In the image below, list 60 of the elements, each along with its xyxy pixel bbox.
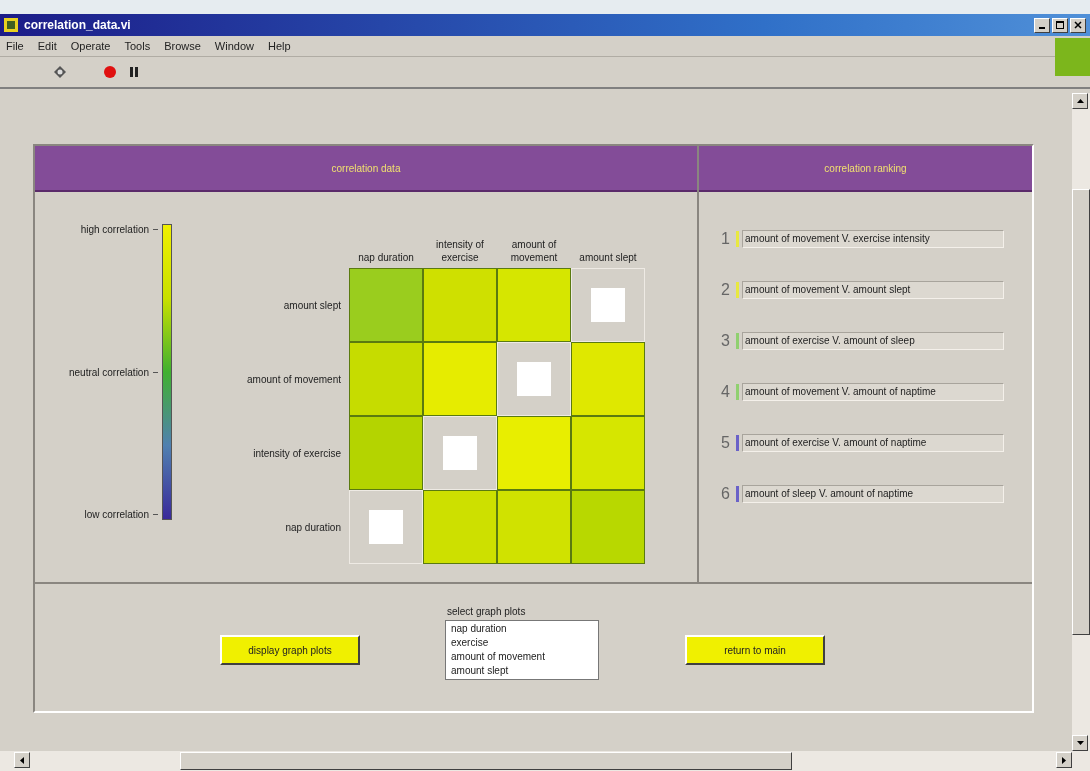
rank-number: 3 <box>721 331 731 350</box>
list-item[interactable]: nap duration <box>451 622 593 636</box>
horizontal-scrollbar[interactable] <box>0 751 1090 771</box>
menu-item[interactable]: Edit <box>37 40 57 52</box>
up-arrow-icon <box>1076 99 1084 103</box>
window-title: correlation_data.vi <box>24 18 131 32</box>
list-item[interactable]: exercise <box>451 636 593 650</box>
menu-item[interactable]: Tools <box>124 40 151 52</box>
scroll-right-button[interactable] <box>1056 752 1072 768</box>
display-graph-plots-button[interactable]: display graph plots <box>220 635 360 665</box>
vertical-scrollbar[interactable] <box>1072 93 1090 751</box>
panel-header: correlation ranking <box>699 146 1032 192</box>
ranking-field: amount of movement V. amount slept <box>742 280 1004 299</box>
column-header: intensity of exercise <box>435 238 485 265</box>
row-header: intensity of exercise <box>252 447 342 459</box>
pause-icon[interactable] <box>127 65 141 79</box>
abort-icon[interactable] <box>103 65 117 79</box>
row-header: nap duration <box>284 521 342 533</box>
column-header: amount of movement <box>509 238 559 265</box>
return-to-main-button[interactable]: return to main <box>685 635 825 665</box>
ranking-field: amount of exercise V. amount of naptime <box>742 433 1004 452</box>
list-label: select graph plots <box>446 606 527 617</box>
ranking-field: amount of movement V. exercise intensity <box>742 229 1004 248</box>
app-icon <box>4 18 18 32</box>
rank-number: 6 <box>721 484 731 503</box>
ranking-field: amount of sleep V. amount of naptime <box>742 484 1004 503</box>
list-item[interactable]: amount of movement <box>451 650 593 664</box>
right-arrow-icon <box>1062 756 1066 764</box>
scroll-up-button[interactable] <box>1072 93 1088 109</box>
column-header: nap duration <box>357 251 415 265</box>
ranking-field: amount of exercise V. amount of sleep <box>742 331 1004 350</box>
list-item[interactable]: amount slept <box>451 664 593 678</box>
rank-number: 1 <box>721 229 731 248</box>
scroll-left-button[interactable] <box>14 752 30 768</box>
scale-label: neutral correlation <box>68 366 149 378</box>
column-header: amount slept <box>578 251 638 265</box>
logo-badge <box>1055 38 1090 76</box>
maximize-button[interactable] <box>1052 17 1068 33</box>
menu-item[interactable]: Window <box>214 40 254 52</box>
list-box[interactable]: nap duration exercise amount of movement amount slept <box>445 620 599 680</box>
ranking-field: amount of movement V. amount of naptime <box>742 382 1004 401</box>
scale-label: high correlation <box>80 224 149 235</box>
row-header: amount of movement <box>246 373 342 385</box>
row-header: amount slept <box>282 299 342 311</box>
scroll-down-button[interactable] <box>1072 735 1088 751</box>
rank-number: 2 <box>721 280 731 299</box>
panel-header: correlation data <box>35 146 697 192</box>
left-arrow-icon <box>20 756 24 764</box>
menu-item[interactable]: Operate <box>70 40 111 52</box>
close-icon <box>1074 21 1082 29</box>
rank-number: 4 <box>721 382 731 401</box>
menu-item[interactable]: File <box>6 40 24 52</box>
down-arrow-icon <box>1076 741 1084 745</box>
scale-label: low correlation <box>84 509 149 520</box>
rank-number: 5 <box>721 433 731 452</box>
menu-item[interactable]: Browse <box>164 40 201 52</box>
minimize-button[interactable] <box>1034 17 1050 33</box>
menu-item[interactable]: Help <box>267 40 291 52</box>
close-button[interactable] <box>1070 17 1086 33</box>
maximize-icon <box>1056 21 1064 29</box>
